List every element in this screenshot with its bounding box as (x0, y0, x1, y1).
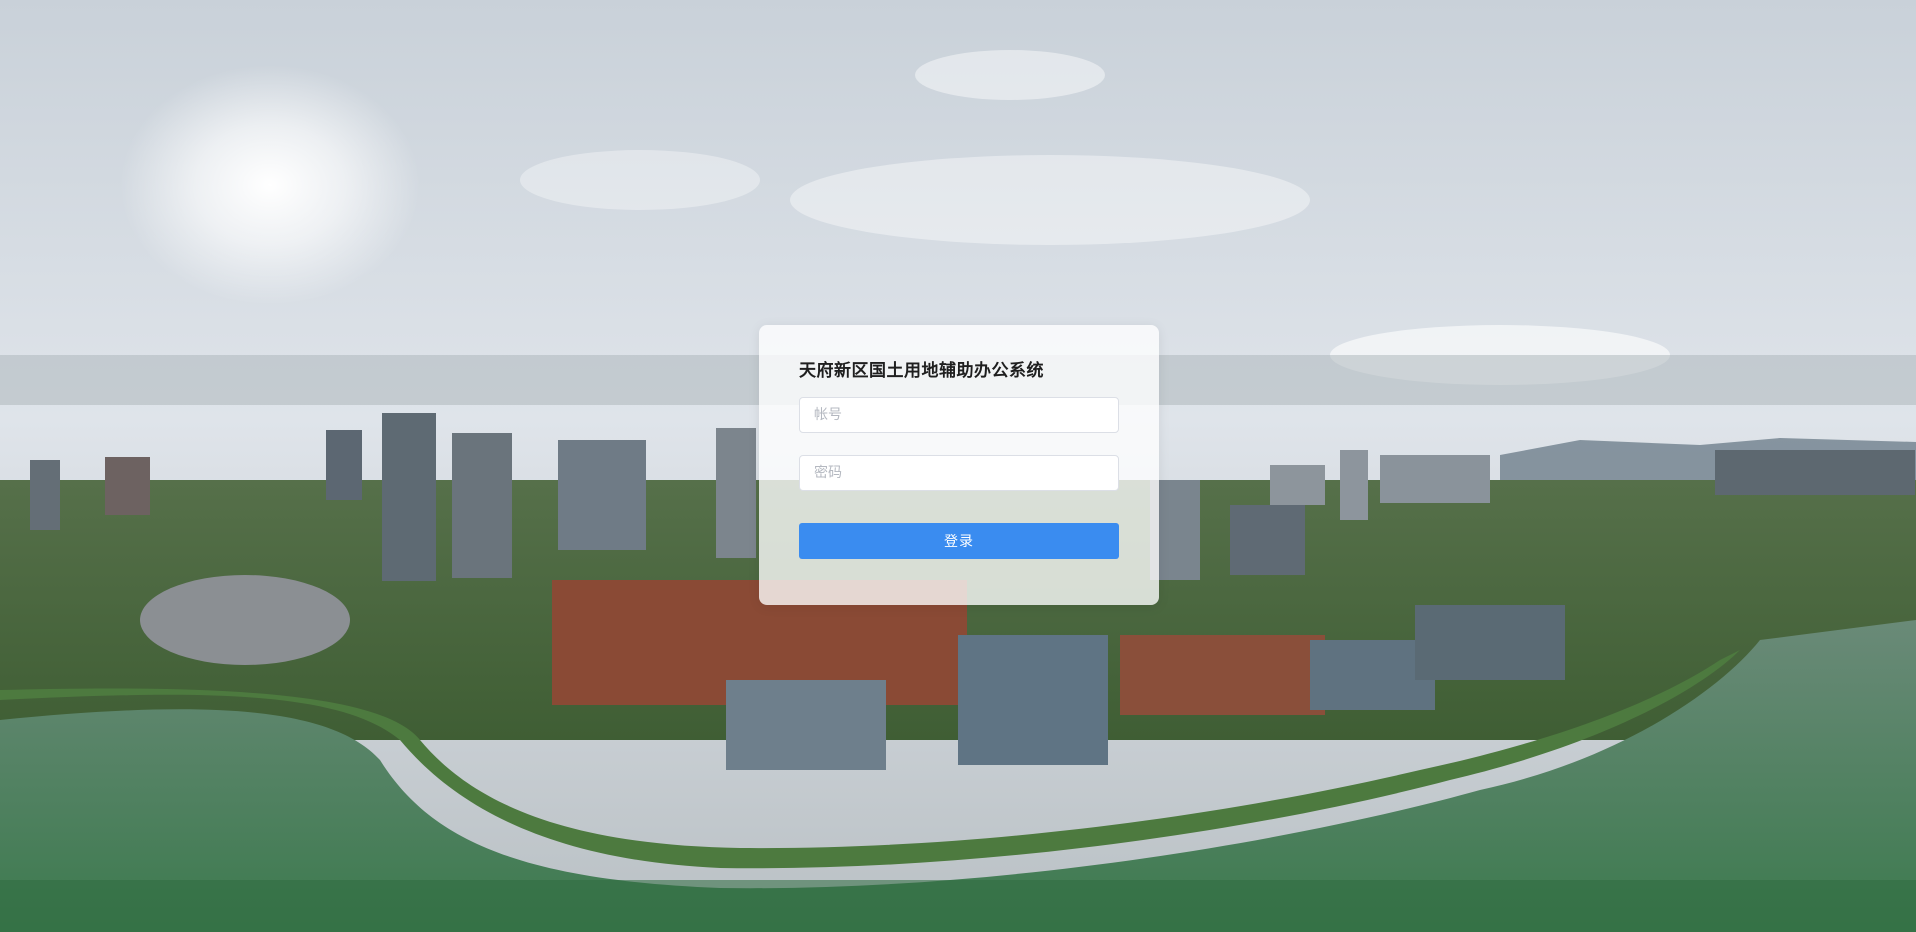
login-title: 天府新区国土用地辅助办公系统 (799, 361, 1044, 381)
login-panel: 天府新区国土用地辅助办公系统 登录 (759, 325, 1159, 605)
password-input[interactable] (799, 455, 1119, 491)
username-input[interactable] (799, 397, 1119, 433)
login-button[interactable]: 登录 (799, 523, 1119, 559)
